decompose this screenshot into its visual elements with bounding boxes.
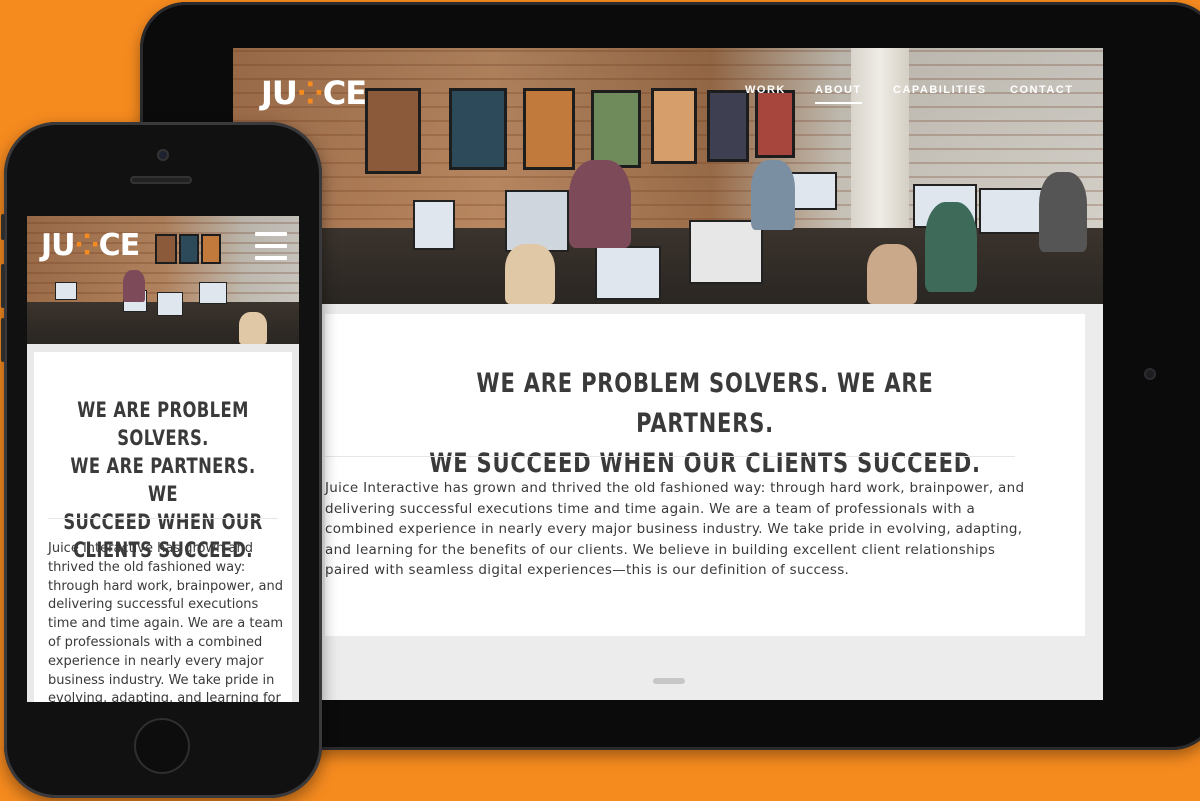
phone-home-button xyxy=(134,718,190,774)
phone-speaker xyxy=(130,176,192,184)
about-body-text: Juice Interactive has grown and thrived … xyxy=(325,480,1025,578)
about-card: WE ARE PROBLEM SOLVERS. WE ARE PARTNERS.… xyxy=(325,314,1085,636)
divider xyxy=(325,456,1015,457)
nav-contact[interactable]: CONTACT xyxy=(1010,84,1073,102)
scroll-indicator[interactable] xyxy=(653,678,685,684)
tablet-screen: JU⁘CE WORK ABOUT CAPABILITIES CONTACT WE… xyxy=(233,48,1103,700)
phone-about-body-text: Juice Interactive has grown and thrived … xyxy=(48,541,284,702)
phone-divider xyxy=(48,518,278,519)
nav-work[interactable]: WORK xyxy=(745,84,786,102)
tablet-home-button xyxy=(1144,368,1156,380)
phone-camera xyxy=(157,149,169,161)
about-headline: WE ARE PROBLEM SOLVERS. WE ARE PARTNERS.… xyxy=(429,368,981,479)
hamburger-menu-icon[interactable] xyxy=(255,232,287,260)
phone-about-headline: WE ARE PROBLEM SOLVERS. WE ARE PARTNERS.… xyxy=(63,398,263,562)
phone-juice-logo[interactable]: JU⁘CE xyxy=(41,228,140,263)
nav-capabilities[interactable]: CAPABILITIES xyxy=(893,84,987,102)
phone-logo-dots-icon: ⁘ xyxy=(74,228,100,263)
phone-screen: JU⁘CE WE ARE PROBLEM SOLVERS. WE ARE PAR… xyxy=(27,216,299,702)
phone-office-hero-photo: JU⁘CE xyxy=(27,216,299,344)
nav-about[interactable]: ABOUT xyxy=(815,84,862,104)
office-hero-photo: JU⁘CE WORK ABOUT CAPABILITIES CONTACT xyxy=(233,48,1103,304)
phone-about-card: WE ARE PROBLEM SOLVERS. WE ARE PARTNERS.… xyxy=(34,352,292,702)
tablet-nav: WORK ABOUT CAPABILITIES CONTACT xyxy=(233,84,1103,108)
